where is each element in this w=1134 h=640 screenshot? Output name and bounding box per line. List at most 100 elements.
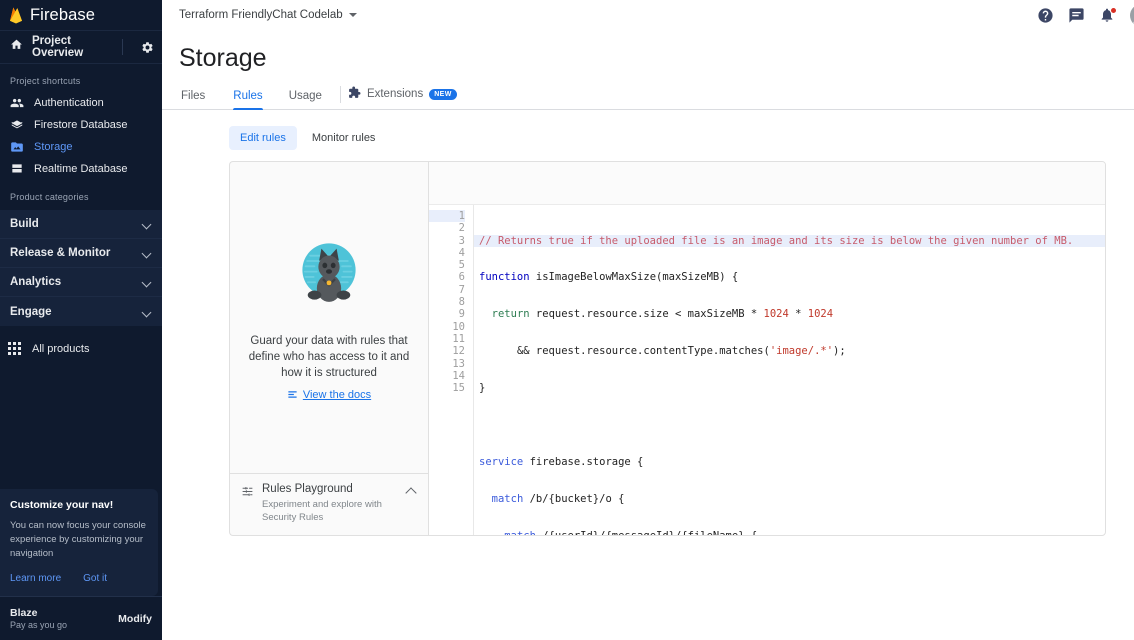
project-name: Terraform FriendlyChat Codelab [179,9,343,21]
rules-editor-pane: 1 2 3 4 5 6 7 8 9 10 11 12 13 14 [428,161,1106,536]
project-selector[interactable]: Terraform FriendlyChat Codelab [179,9,357,21]
tab-rules[interactable]: Rules [220,90,275,109]
promo-title: Customize your nav! [10,499,148,511]
sidebar-spacer [0,362,162,489]
notification-badge [1110,7,1117,14]
line-number: 1 [429,210,465,222]
line-number: 4 [429,247,465,259]
avatar[interactable] [1130,4,1134,27]
code-line: match /{userId}/{messageId}/{fileName} { [479,530,1105,535]
category-label: Analytics [10,276,142,288]
firestore-icon [10,118,24,132]
help-icon[interactable] [1037,7,1054,24]
sidebar-category-engage[interactable]: Engage [0,297,162,326]
database-icon [10,162,24,176]
shortcuts-section-label: Project shortcuts [0,64,162,92]
line-number: 5 [429,259,465,271]
feedback-icon[interactable] [1068,7,1085,24]
firebase-brand[interactable]: Firebase [0,0,162,30]
sidebar-item-label: Authentication [34,97,104,109]
rules-playground-panel[interactable]: Rules Playground Experiment and explore … [230,473,428,535]
line-number: 11 [429,333,465,345]
chevron-down-icon [349,13,357,17]
tab-usage[interactable]: Usage [276,90,335,109]
line-number: 7 [429,284,465,296]
extensions-label: Extensions [367,88,423,100]
categories-section-label: Product categories [0,180,162,208]
sliders-icon [241,485,254,498]
sidebar-item-storage[interactable]: Storage [0,136,162,158]
rules-info-pane: Guard your data with rules that define w… [229,161,428,536]
project-overview-item[interactable]: Project Overview [0,30,162,64]
firebase-flame-icon [8,6,24,25]
divider [122,39,123,55]
guard-dog-illustration [291,235,367,311]
sidebar-category-release-monitor[interactable]: Release & Monitor [0,239,162,268]
main-content: Terraform FriendlyChat Codelab Storage F… [162,0,1134,640]
code-line [479,419,1105,431]
line-number: 9 [429,308,465,320]
all-products-label: All products [32,343,89,355]
tab-bar: Files Rules Usage Extensions NEW [162,83,1134,110]
chevron-down-icon [142,279,152,285]
line-number: 6 [429,271,465,283]
line-number: 10 [429,321,465,333]
view-docs-link[interactable]: View the docs [287,389,371,401]
tab-files[interactable]: Files [179,90,220,109]
rules-headline: Guard your data with rules that define w… [244,333,414,381]
chevron-down-icon [142,221,152,227]
code-line: match /b/{bucket}/o { [479,493,1105,505]
rules-mode-toggle: Edit rules Monitor rules [229,126,386,150]
sidebar-item-authentication[interactable]: Authentication [0,92,162,114]
brand-name: Firebase [30,6,95,25]
modify-plan-button[interactable]: Modify [118,613,152,625]
grid-icon [8,342,22,356]
users-icon [10,96,24,110]
docs-icon [287,389,298,400]
editor-toolbar [429,162,1105,205]
category-group: Build Release & Monitor Analytics Engage [0,210,162,326]
plan-name: Blaze [10,607,112,619]
line-number: 3 [429,235,465,247]
category-label: Engage [10,306,142,318]
line-number: 2 [429,222,465,234]
code-line: // Returns true if the uploaded file is … [474,235,1105,247]
code-editor[interactable]: 1 2 3 4 5 6 7 8 9 10 11 12 13 14 [429,205,1105,535]
billing-plan-bar: Blaze Pay as you go Modify [0,596,162,640]
project-overview-label: Project Overview [32,35,113,59]
sidebar-item-firestore-database[interactable]: Firestore Database [0,114,162,136]
folder-image-icon [10,140,24,154]
segment-monitor-rules[interactable]: Monitor rules [301,126,387,150]
top-icon-group [1037,4,1134,27]
notifications-bell-icon[interactable] [1099,7,1116,24]
promo-links: Learn more Got it [10,573,148,584]
chevron-down-icon [142,250,152,256]
line-number: 14 [429,370,465,382]
code-content[interactable]: // Returns true if the uploaded file is … [474,205,1105,535]
got-it-link[interactable]: Got it [83,573,107,584]
sidebar-category-analytics[interactable]: Analytics [0,268,162,297]
sidebar-category-build[interactable]: Build [0,210,162,239]
settings-gear-button[interactable] [132,41,162,54]
segment-edit-rules[interactable]: Edit rules [229,126,297,150]
view-docs-label: View the docs [303,389,371,401]
sidebar-item-label: Storage [34,141,73,153]
playground-subtitle: Experiment and explore with Security Rul… [262,498,398,524]
top-bar: Terraform FriendlyChat Codelab [162,0,1134,30]
tab-divider [340,86,341,103]
sidebar-item-label: Firestore Database [34,119,128,131]
learn-more-link[interactable]: Learn more [10,573,61,584]
all-products-item[interactable]: All products [0,336,162,362]
chevron-up-icon[interactable] [406,487,417,494]
category-label: Release & Monitor [10,247,142,259]
category-label: Build [10,218,142,230]
extensions-puzzle-icon [348,86,361,102]
tab-extensions[interactable]: Extensions NEW [348,86,457,109]
line-number: 15 [429,382,465,394]
playground-title: Rules Playground [262,483,398,495]
sidebar-item-realtime-database[interactable]: Realtime Database [0,158,162,180]
page-title: Storage [162,30,1134,73]
info-pane-body: Guard your data with rules that define w… [230,162,428,473]
code-line: && request.resource.contentType.matches(… [479,345,1105,357]
chevron-down-icon [142,309,152,315]
